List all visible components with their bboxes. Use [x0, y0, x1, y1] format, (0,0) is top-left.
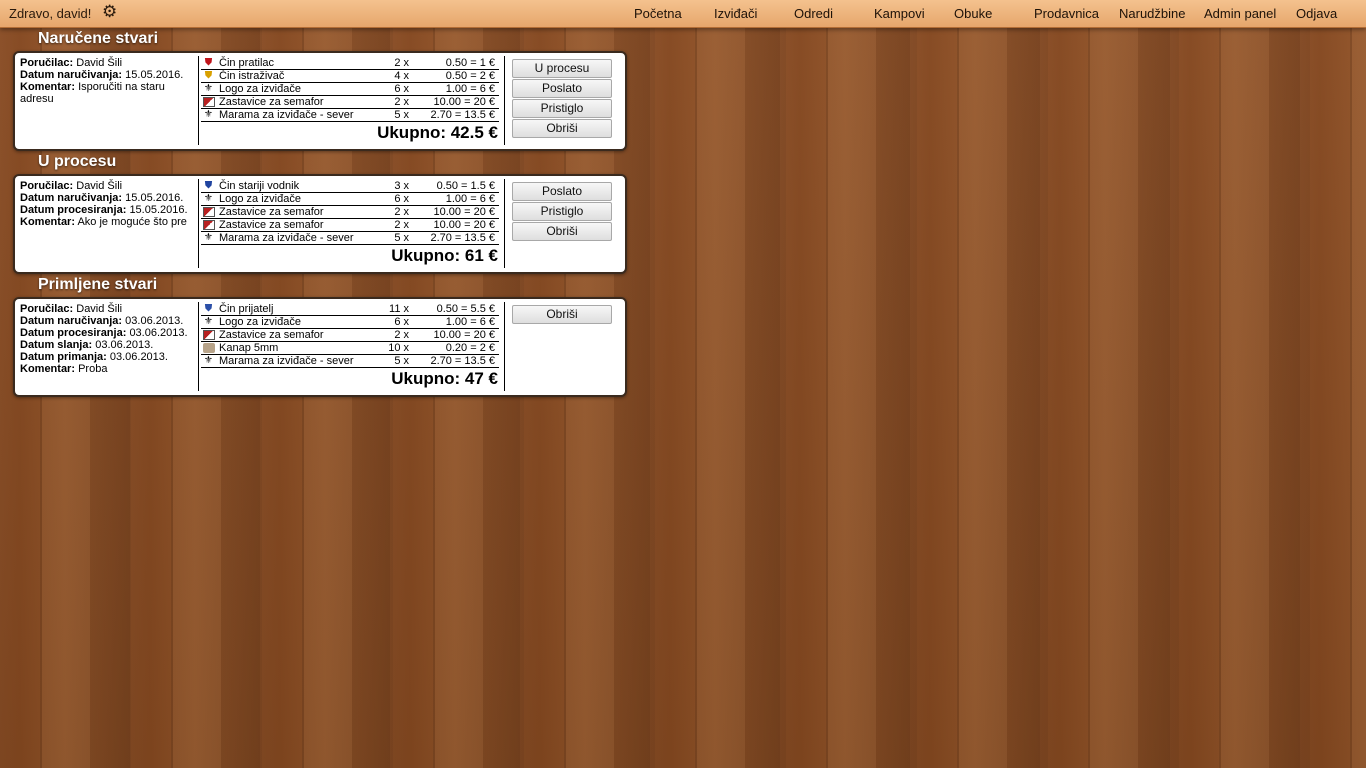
- scarf-icon: ⚜: [204, 355, 213, 366]
- order-actions: Obriši: [512, 305, 612, 325]
- order-item: ⚜ Marama za izviđače - sever 5 x 2.70 = 13.…: [201, 355, 499, 368]
- rope-icon: [202, 342, 215, 354]
- order-items: ⛊ Čin prijatelj 11 x 0.50 = 5.5 € ⚜ Logo za …: [201, 303, 499, 368]
- sent-button[interactable]: Poslato: [512, 182, 612, 201]
- order-field: Datum slanja: 03.06.2013.: [20, 339, 154, 351]
- divider: [504, 302, 505, 391]
- order-item: Kanap 5mm 10 x 0.20 = 2 €: [201, 342, 499, 355]
- shield-gold-icon: ⛊: [204, 70, 213, 81]
- order-field: Datum naručivanja: 15.05.2016.: [20, 69, 184, 81]
- order-actions: Poslato Pristiglo Obriši: [512, 182, 612, 242]
- delete-button[interactable]: Obriši: [512, 222, 612, 241]
- order-info: Poručilac: David Šili Datum naručivanja:…: [20, 180, 196, 228]
- order-item: Zastavice za semafor 2 x 10.00 = 20 €: [201, 206, 499, 219]
- divider: [198, 56, 199, 145]
- order-items: ⛊ Čin pratilac 2 x 0.50 = 1 € ⛊ Čin istraživ…: [201, 57, 499, 122]
- in-process-button[interactable]: U procesu: [512, 59, 612, 78]
- sent-button[interactable]: Poslato: [512, 79, 612, 98]
- flag-icon: [202, 219, 215, 231]
- nav-odjava[interactable]: Odjava: [1296, 6, 1337, 21]
- order-field: Datum naručivanja: 15.05.2016.: [20, 192, 184, 204]
- order-info: Poručilac: David Šili Datum naručivanja:…: [20, 57, 196, 105]
- flag-icon: [202, 329, 215, 341]
- gear-icon[interactable]: ⚙: [102, 3, 117, 20]
- order-field: Datum naručivanja: 03.06.2013.: [20, 315, 184, 327]
- divider: [504, 179, 505, 268]
- order-item: ⛊ Čin pratilac 2 x 0.50 = 1 €: [201, 57, 499, 70]
- order-item: ⚜ Logo za izviđače 6 x 1.00 = 6 €: [201, 193, 499, 206]
- order-field: Poručilac: David Šili: [20, 180, 123, 192]
- order-item: Zastavice za semafor 2 x 10.00 = 20 €: [201, 329, 499, 342]
- order-item: Zastavice za semafor 2 x 10.00 = 20 €: [201, 96, 499, 109]
- nav-odredi[interactable]: Odredi: [794, 6, 833, 21]
- arrived-button[interactable]: Pristiglo: [512, 99, 612, 118]
- greeting-text: Zdravo, david!: [9, 6, 92, 21]
- order-field: Datum primanja: 03.06.2013.: [20, 351, 168, 363]
- order-items: ⛊ Čin stariji vodnik 3 x 0.50 = 1.5 € ⚜ Logo…: [201, 180, 499, 245]
- section-title-in-process: U procesu: [38, 153, 117, 170]
- order-item: ⚜ Marama za izviđače - sever 5 x 2.70 = 13.…: [201, 109, 499, 122]
- order-field: Komentar: Ako je moguće što pre: [20, 216, 187, 228]
- top-navigation-bar: Zdravo, david! ⚙ Početna Izviđači Odredi…: [0, 0, 1366, 28]
- order-field: Poručilac: David Šili: [20, 57, 123, 69]
- divider: [198, 302, 199, 391]
- section-title-received: Primljene stvari: [38, 276, 158, 293]
- section-title-ordered: Naručene stvari: [38, 30, 159, 47]
- scout-logo-icon: ⚜: [204, 193, 213, 204]
- order-card: Poručilac: David Šili Datum naručivanja:…: [13, 51, 627, 151]
- nav-prodavnica[interactable]: Prodavnica: [1034, 6, 1099, 21]
- divider: [198, 179, 199, 268]
- divider: [504, 56, 505, 145]
- order-item: ⚜ Logo za izviđače 6 x 1.00 = 6 €: [201, 83, 499, 96]
- order-actions: U procesu Poslato Pristiglo Obriši: [512, 59, 612, 139]
- order-field: Komentar: Isporučiti na staru adresu: [20, 81, 165, 105]
- flag-icon: [202, 96, 215, 108]
- nav-kampovi[interactable]: Kampovi: [874, 6, 925, 21]
- order-item: Zastavice za semafor 2 x 10.00 = 20 €: [201, 219, 499, 232]
- order-card: Poručilac: David Šili Datum naručivanja:…: [13, 297, 627, 397]
- scout-logo-icon: ⚜: [204, 83, 213, 94]
- order-item: ⛊ Čin istraživač 4 x 0.50 = 2 €: [201, 70, 499, 83]
- shield-multi-icon: ⛊: [204, 180, 213, 191]
- shield-blue-icon: ⛊: [204, 303, 213, 314]
- scout-logo-icon: ⚜: [204, 316, 213, 327]
- order-info: Poručilac: David Šili Datum naručivanja:…: [20, 303, 196, 375]
- order-item: ⚜ Logo za izviđače 6 x 1.00 = 6 €: [201, 316, 499, 329]
- nav-admin-panel[interactable]: Admin panel: [1204, 6, 1276, 21]
- order-total: Ukupno: 61 €: [391, 246, 498, 265]
- order-field: Datum procesiranja: 15.05.2016.: [20, 204, 188, 216]
- nav-narudzbine[interactable]: Narudžbine: [1119, 6, 1186, 21]
- order-item: ⛊ Čin stariji vodnik 3 x 0.50 = 1.5 €: [201, 180, 499, 193]
- order-field: Poručilac: David Šili: [20, 303, 123, 315]
- order-total: Ukupno: 42.5 €: [377, 123, 498, 142]
- nav-obuke[interactable]: Obuke: [954, 6, 992, 21]
- shield-red-icon: ⛊: [204, 57, 213, 68]
- order-field: Datum procesiranja: 03.06.2013.: [20, 327, 188, 339]
- arrived-button[interactable]: Pristiglo: [512, 202, 612, 221]
- delete-button[interactable]: Obriši: [512, 119, 612, 138]
- order-total: Ukupno: 47 €: [391, 369, 498, 388]
- nav-izvidjaci[interactable]: Izviđači: [714, 6, 757, 21]
- flag-icon: [202, 206, 215, 218]
- order-card: Poručilac: David Šili Datum naručivanja:…: [13, 174, 627, 274]
- scarf-icon: ⚜: [204, 109, 213, 120]
- order-field: Komentar: Proba: [20, 363, 108, 375]
- order-item: ⚜ Marama za izviđače - sever 5 x 2.70 = 13.…: [201, 232, 499, 245]
- order-item: ⛊ Čin prijatelj 11 x 0.50 = 5.5 €: [201, 303, 499, 316]
- delete-button[interactable]: Obriši: [512, 305, 612, 324]
- scarf-icon: ⚜: [204, 232, 213, 243]
- nav-pocetna[interactable]: Početna: [634, 6, 682, 21]
